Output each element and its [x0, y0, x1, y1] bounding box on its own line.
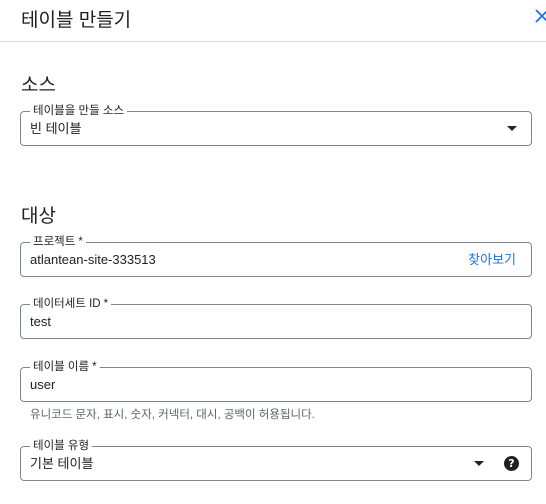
- dataset-label-text: 데이터세트 ID: [33, 298, 101, 310]
- create-table-panel: 테이블 만들기 소스 테이블을 만들 소스 빈 테이블 대상 프로젝트 * atl…: [0, 0, 546, 504]
- dataset-id-field[interactable]: 데이터세트 ID * test: [20, 297, 532, 339]
- chevron-down-icon[interactable]: [507, 126, 517, 131]
- required-marker: *: [92, 361, 97, 373]
- project-field-value: atlantean-site-333513: [30, 252, 156, 267]
- panel-header: 테이블 만들기: [0, 0, 546, 42]
- table-name-label-text: 테이블 이름: [33, 361, 90, 373]
- destination-section-title: 대상: [21, 206, 56, 227]
- project-field[interactable]: 프로젝트 * atlantean-site-333513 찾아보기: [20, 235, 532, 277]
- source-select-label: 테이블을 만들 소스: [30, 104, 128, 118]
- dataset-id-field-label: 데이터세트 ID *: [30, 297, 112, 311]
- table-name-field[interactable]: 테이블 이름 * user: [20, 360, 532, 402]
- table-name-field-value: user: [30, 377, 56, 392]
- table-type-select[interactable]: 테이블 유형 기본 테이블 ?: [20, 439, 532, 481]
- browse-button[interactable]: 찾아보기: [468, 252, 516, 268]
- source-select[interactable]: 테이블을 만들 소스 빈 테이블: [20, 104, 532, 146]
- dataset-id-field-value: test: [30, 314, 51, 329]
- table-name-field-label: 테이블 이름 *: [30, 360, 100, 374]
- table-type-select-value: 기본 테이블: [30, 456, 94, 471]
- panel-title: 테이블 만들기: [21, 10, 132, 31]
- required-marker: *: [103, 298, 109, 310]
- help-icon[interactable]: ?: [504, 456, 519, 471]
- source-select-value: 빈 테이블: [30, 121, 82, 136]
- source-section-title: 소스: [21, 75, 56, 96]
- project-label-text: 프로젝트: [33, 236, 76, 248]
- close-icon[interactable]: [534, 8, 546, 24]
- chevron-down-icon[interactable]: [474, 461, 484, 466]
- table-type-select-label: 테이블 유형: [30, 439, 93, 453]
- project-field-label: 프로젝트 *: [30, 235, 86, 249]
- required-marker: *: [78, 236, 83, 248]
- table-name-hint: 유니코드 문자, 표시, 숫자, 커넥터, 대시, 공백이 허용됩니다.: [30, 409, 315, 421]
